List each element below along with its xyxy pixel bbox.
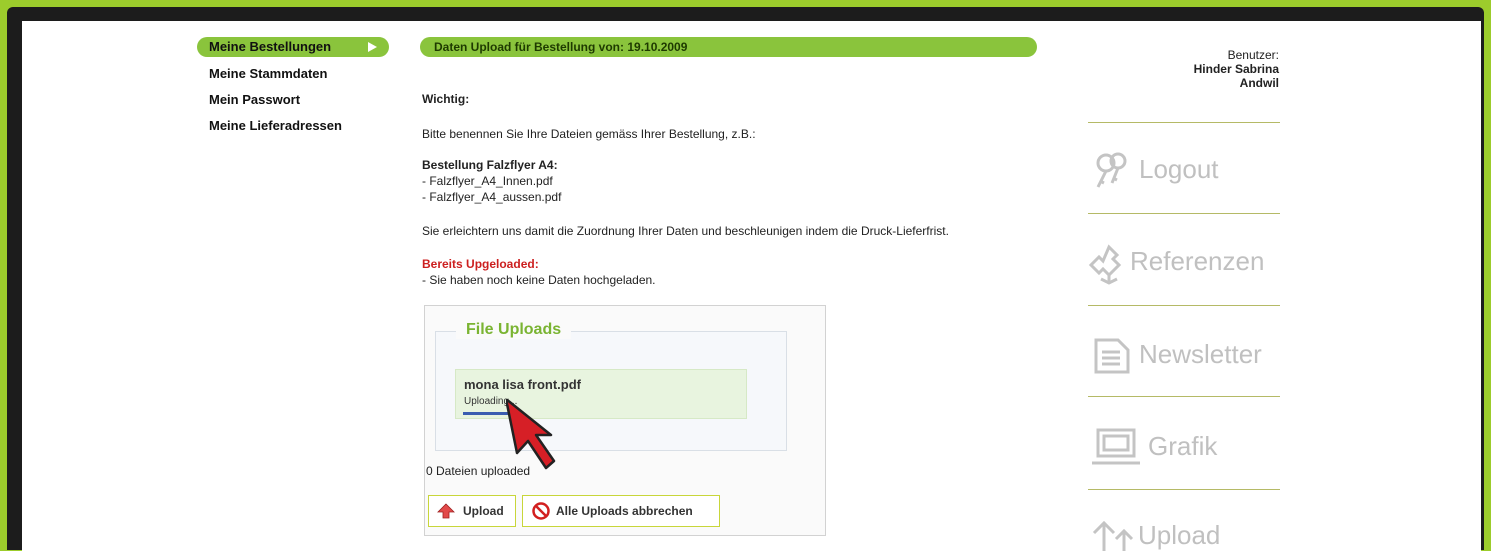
file-uploads-fieldset: File Uploads mona lisa front.pdf Uploadi… (435, 321, 787, 451)
side-menu-grafik-label: Grafik (1148, 431, 1218, 461)
no-entry-icon (532, 502, 550, 520)
divider (1088, 305, 1280, 306)
user-location: Andwil (1239, 76, 1279, 90)
laptop-icon (1092, 428, 1140, 465)
nav-item-mein-passwort[interactable]: Mein Passwort (209, 92, 300, 107)
important-heading: Wichtig: (422, 92, 470, 106)
divider (1088, 213, 1280, 214)
browser-frame: Meine Bestellungen Meine Stammdaten Mein… (7, 7, 1484, 551)
side-menu-newsletter-label: Newsletter (1139, 339, 1262, 369)
document-icon (1094, 338, 1130, 374)
example-file-2: - Falzflyer_A4_aussen.pdf (422, 190, 562, 204)
page-title-bar: Daten Upload für Bestellung von: 19.10.2… (420, 37, 1037, 57)
page-title: Daten Upload für Bestellung von: 19.10.2… (434, 40, 688, 54)
divider (1088, 489, 1280, 490)
divider (1088, 396, 1280, 397)
nav-item-label: Meine Bestellungen (209, 39, 332, 54)
page: Meine Bestellungen Meine Stammdaten Mein… (22, 21, 1481, 551)
user-name: Hinder Sabrina (1193, 62, 1279, 76)
upload-arrow-icon (437, 503, 455, 519)
side-menu-logout-label: Logout (1139, 154, 1219, 184)
note-text: Sie erleichtern uns damit die Zuordnung … (422, 224, 949, 238)
file-uploads-legend: File Uploads (456, 321, 572, 339)
side-menu-referenzen-label: Referenzen (1130, 246, 1265, 276)
upload-arrows-icon (1092, 520, 1134, 551)
mouse-cursor-icon (506, 399, 556, 470)
instruction-text: Bitte benennen Sie Ihre Dateien gemäss I… (422, 127, 756, 141)
arrow-right-icon (368, 42, 377, 52)
upload-button-label: Upload (463, 504, 504, 518)
user-label: Benutzer: (1227, 48, 1279, 62)
uploaded-status: - Sie haben noch keine Daten hochgeladen… (422, 273, 656, 287)
upload-button[interactable]: Upload (428, 495, 516, 527)
nav-item-meine-stammdaten[interactable]: Meine Stammdaten (209, 66, 327, 81)
upload-file-item: mona lisa front.pdf Uploading... (455, 369, 747, 419)
puzzle-icon (1088, 244, 1122, 285)
uploaded-heading: Bereits Upgeloaded: (422, 257, 539, 271)
divider (1088, 122, 1280, 123)
keys-icon (1096, 152, 1127, 188)
side-menu-upload-label: Upload (1138, 520, 1221, 550)
nav-item-meine-bestellungen[interactable]: Meine Bestellungen (197, 37, 389, 57)
cancel-all-uploads-button[interactable]: Alle Uploads abbrechen (522, 495, 720, 527)
nav-item-meine-lieferadressen[interactable]: Meine Lieferadressen (209, 118, 342, 133)
example-title: Bestellung Falzflyer A4: (422, 158, 558, 172)
cancel-all-uploads-label: Alle Uploads abbrechen (556, 504, 693, 518)
upload-widget: File Uploads mona lisa front.pdf Uploadi… (424, 305, 826, 536)
upload-file-name: mona lisa front.pdf (464, 377, 581, 392)
example-file-1: - Falzflyer_A4_Innen.pdf (422, 174, 553, 188)
